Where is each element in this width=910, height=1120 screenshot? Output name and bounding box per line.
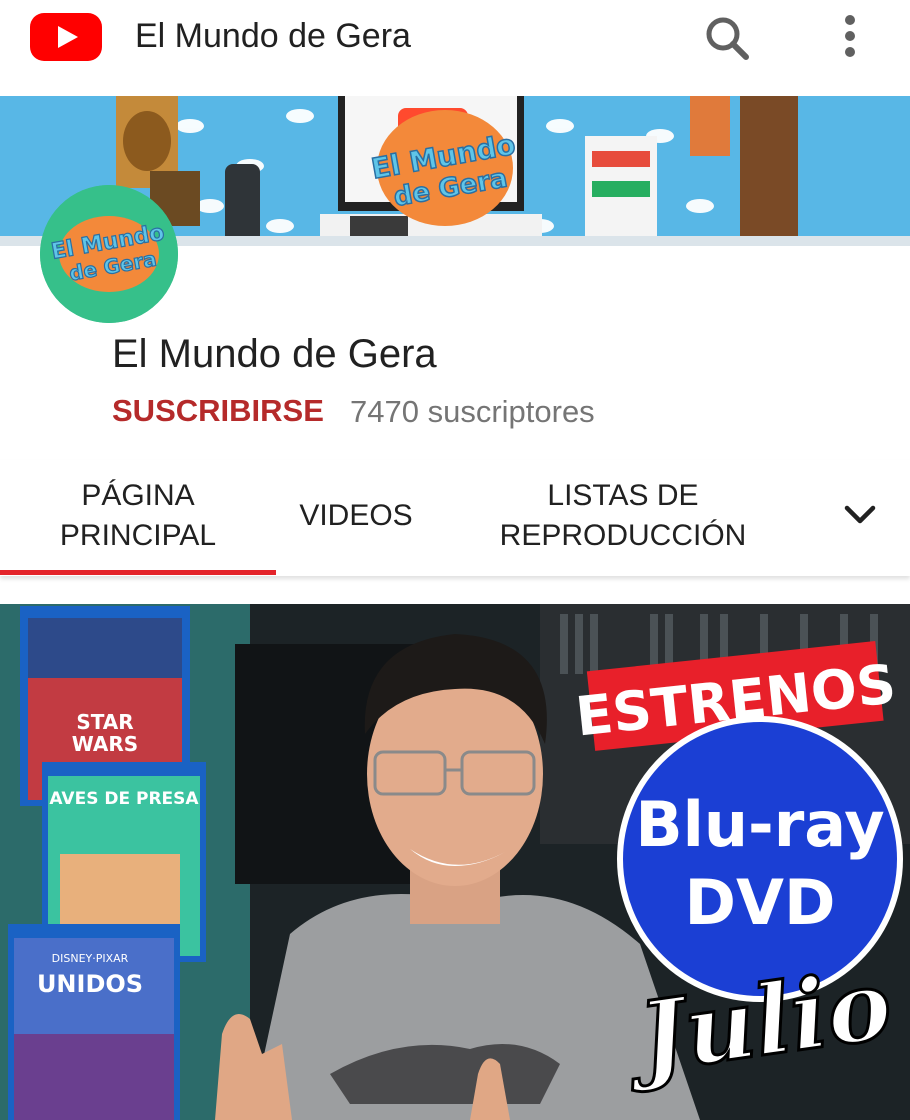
more-tabs-button[interactable] (835, 490, 885, 540)
tab-home[interactable]: PÁGINA PRINCIPAL (0, 460, 276, 572)
tab-playlists-label: LISTAS DE REPRODUCCIÓN (500, 476, 747, 556)
app-bar: El Mundo de Gera (0, 0, 910, 96)
cover-3-title: UNIDOS (37, 970, 143, 998)
cover-3-subtitle: DISNEY·PIXAR (52, 952, 129, 965)
channel-name: El Mundo de Gera (112, 332, 437, 376)
tab-playlists[interactable]: LISTAS DE REPRODUCCIÓN (436, 460, 810, 572)
app-bar-title: El Mundo de Gera (135, 17, 411, 55)
search-icon (706, 17, 749, 60)
featured-video-thumbnail[interactable]: STAR WARS AVES DE PRESA DISNEY·PIXAR UNI… (0, 604, 910, 1120)
tab-videos-label: VIDEOS (299, 499, 413, 532)
featured-thumbnail-art: STAR WARS AVES DE PRESA DISNEY·PIXAR UNI… (0, 604, 910, 1120)
tab-home-label: PÁGINA PRINCIPAL (60, 476, 216, 556)
search-button[interactable] (700, 10, 756, 66)
bluray-text: Blu-ray (635, 788, 884, 861)
subscriber-count: 7470 suscriptores (350, 394, 595, 429)
cover-1-title: STAR (76, 710, 133, 734)
tab-home-line2: PRINCIPAL (59, 519, 217, 552)
youtube-logo-icon[interactable] (30, 13, 102, 61)
cover-1-subtitle: WARS (72, 732, 138, 756)
subscribe-button[interactable]: SUSCRIBIRSE (112, 392, 324, 430)
tab-home-line1: PÁGINA (81, 479, 195, 512)
tab-selected-indicator (0, 570, 276, 575)
tab-playlists-line2: REPRODUCCIÓN (499, 519, 747, 552)
cover-unidos: DISNEY·PIXAR UNIDOS (8, 924, 180, 1120)
more-options-button[interactable] (828, 10, 872, 66)
avatar-logo: El Mundo de Gera (40, 185, 178, 323)
dvd-text: DVD (685, 866, 836, 939)
channel-avatar[interactable]: El Mundo de Gera (40, 185, 178, 323)
channel-tabs: PÁGINA PRINCIPAL VIDEOS LISTAS DE REPROD… (0, 460, 910, 576)
tab-videos[interactable]: VIDEOS (276, 460, 436, 572)
chevron-down-icon (844, 505, 876, 524)
more-vertical-icon (845, 15, 855, 57)
cover-2-title: AVES DE PRESA (49, 789, 199, 809)
tab-playlists-line1: LISTAS DE (547, 479, 699, 512)
